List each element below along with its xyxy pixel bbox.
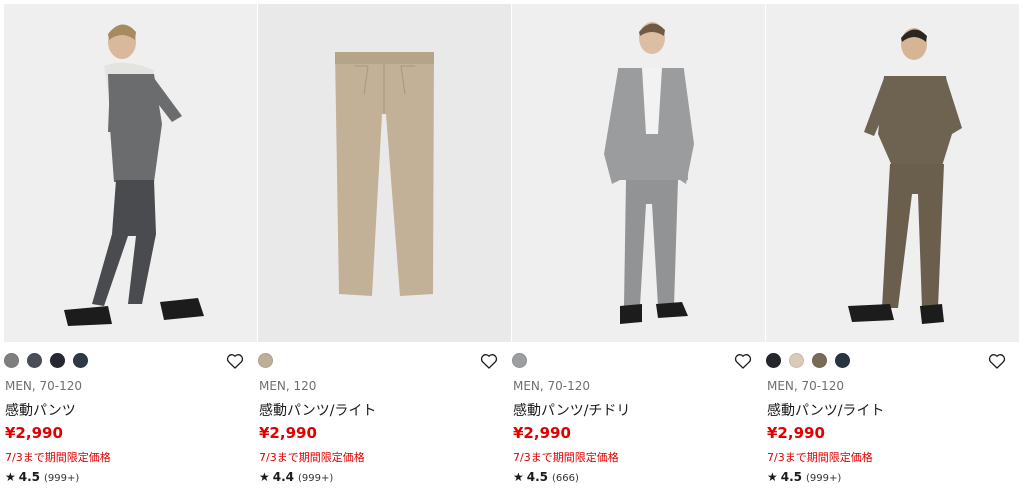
product-name[interactable]: 感動パンツ [5,400,76,420]
product-name[interactable]: 感動パンツ/チドリ [513,400,630,420]
heart-icon[interactable] [733,351,753,371]
rating-score: 4.5 [526,470,549,484]
product-rating: ★ 4.4 (999+) [259,470,333,484]
color-swatch[interactable] [835,353,850,368]
color-swatch[interactable] [27,353,42,368]
product-meta: MEN, 70-120 [5,379,83,393]
rating-score: 4.5 [780,470,803,484]
heart-icon[interactable] [479,351,499,371]
color-swatches [258,353,273,369]
color-swatch[interactable] [73,353,88,368]
pants-flat-lay [258,4,511,342]
product-price: ¥2,990 [513,424,571,442]
product-rating: ★ 4.5 (666) [513,470,579,484]
product-price: ¥2,990 [5,424,63,442]
promo-label: 7/3まで期間限定価格 [259,451,365,464]
product-card[interactable]: MEN, 70-120 感動パンツ/チドリ ¥2,990 7/3まで期間限定価格… [512,0,767,491]
heart-icon[interactable] [225,351,245,371]
product-image[interactable] [512,4,765,342]
product-card[interactable]: MEN, 120 感動パンツ/ライト ¥2,990 7/3まで期間限定価格 ★ … [258,0,513,491]
color-swatch[interactable] [812,353,827,368]
model-figure [512,4,765,342]
product-rating: ★ 4.5 (999+) [767,470,841,484]
star-icon: ★ [767,470,778,484]
promo-label: 7/3まで期間限定価格 [5,451,111,464]
product-image[interactable] [766,4,1019,342]
star-icon: ★ [259,470,270,484]
product-rating: ★ 4.5 (999+) [5,470,79,484]
product-grid: MEN, 70-120 感動パンツ ¥2,990 7/3まで期間限定価格 ★ 4… [0,0,1024,491]
product-meta: MEN, 120 [259,379,317,393]
rating-score: 4.4 [272,470,295,484]
star-icon: ★ [5,470,16,484]
review-count: (999+) [806,473,842,484]
product-card[interactable]: MEN, 70-120 感動パンツ ¥2,990 7/3まで期間限定価格 ★ 4… [4,0,259,491]
color-swatches [4,353,88,369]
color-swatch[interactable] [766,353,781,368]
heart-icon[interactable] [987,351,1007,371]
promo-label: 7/3まで期間限定価格 [767,451,873,464]
star-icon: ★ [513,470,524,484]
review-count: (999+) [44,473,80,484]
color-swatch[interactable] [512,353,527,368]
product-price: ¥2,990 [259,424,317,442]
product-name[interactable]: 感動パンツ/ライト [767,400,884,420]
color-swatch[interactable] [258,353,273,368]
color-swatch[interactable] [789,353,804,368]
color-swatches [766,353,850,369]
model-figure [4,4,257,342]
promo-label: 7/3まで期間限定価格 [513,451,619,464]
product-image[interactable] [258,4,511,342]
product-meta: MEN, 70-120 [513,379,591,393]
color-swatch[interactable] [4,353,19,368]
product-name[interactable]: 感動パンツ/ライト [259,400,376,420]
product-meta: MEN, 70-120 [767,379,845,393]
color-swatches [512,353,527,369]
rating-score: 4.5 [18,470,41,484]
product-image[interactable] [4,4,257,342]
model-figure [766,4,1019,342]
color-swatch[interactable] [50,353,65,368]
review-count: (666) [552,473,579,484]
product-price: ¥2,990 [767,424,825,442]
product-card[interactable]: MEN, 70-120 感動パンツ/ライト ¥2,990 7/3まで期間限定価格… [766,0,1021,491]
review-count: (999+) [298,473,334,484]
